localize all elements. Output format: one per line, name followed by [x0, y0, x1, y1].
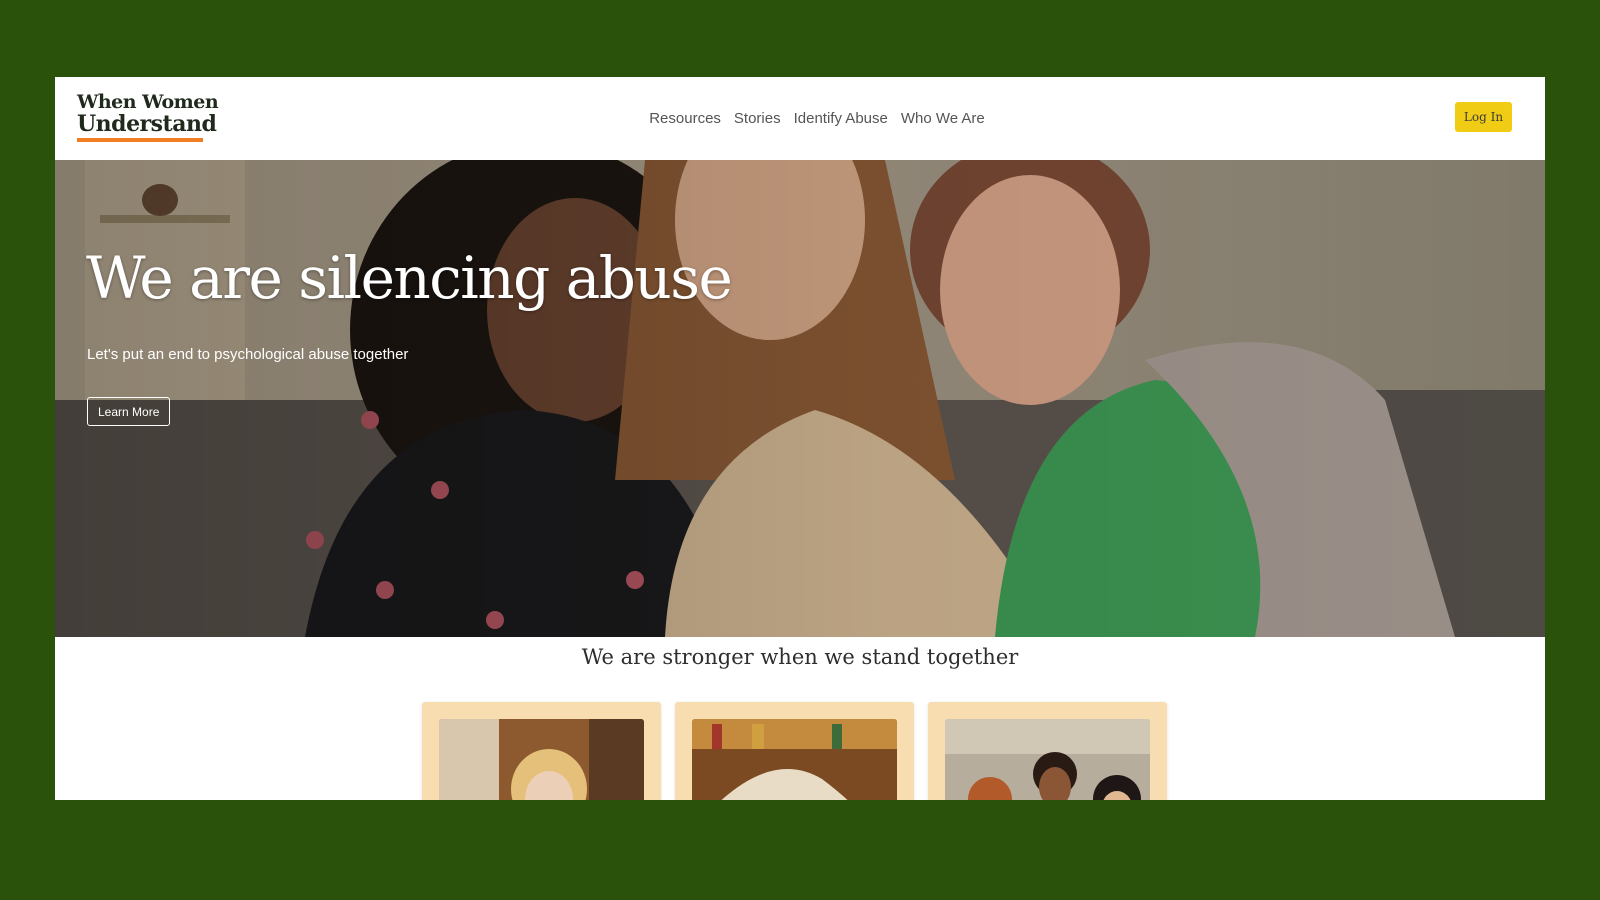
- hero-overlay: [55, 160, 1545, 637]
- nav-item-stories[interactable]: Stories: [734, 110, 781, 127]
- nav-item-resources[interactable]: Resources: [649, 110, 721, 127]
- site-logo[interactable]: When Women Understand: [77, 91, 219, 142]
- card-1[interactable]: [422, 702, 661, 800]
- hero-subtitle: Let's put an end to psychological abuse …: [87, 346, 409, 363]
- logo-line-1: When Women: [77, 91, 219, 113]
- login-button[interactable]: Log In: [1455, 102, 1512, 132]
- site-header: When Women Understand Resources Stories …: [55, 77, 1545, 160]
- main-nav: Resources Stories Identify Abuse Who We …: [55, 77, 1545, 160]
- card-2[interactable]: [675, 702, 914, 800]
- hero-banner: We are silencing abuse Let's put an end …: [55, 160, 1545, 637]
- logo-line-2: Understand: [77, 111, 217, 137]
- logo-underline: [77, 138, 203, 142]
- browser-viewport: When Women Understand Resources Stories …: [55, 77, 1545, 800]
- card-3[interactable]: [928, 702, 1167, 800]
- card-3-image: [945, 719, 1150, 800]
- card-2-image: [692, 719, 897, 800]
- card-row: [422, 702, 1167, 800]
- card-1-image: [439, 719, 644, 800]
- hero-title: We are silencing abuse: [86, 244, 733, 312]
- nav-item-who-we-are[interactable]: Who We Are: [901, 110, 985, 127]
- learn-more-button[interactable]: Learn More: [87, 397, 171, 426]
- nav-item-identify-abuse[interactable]: Identify Abuse: [794, 110, 888, 127]
- section-title: We are stronger when we stand together: [581, 645, 1019, 669]
